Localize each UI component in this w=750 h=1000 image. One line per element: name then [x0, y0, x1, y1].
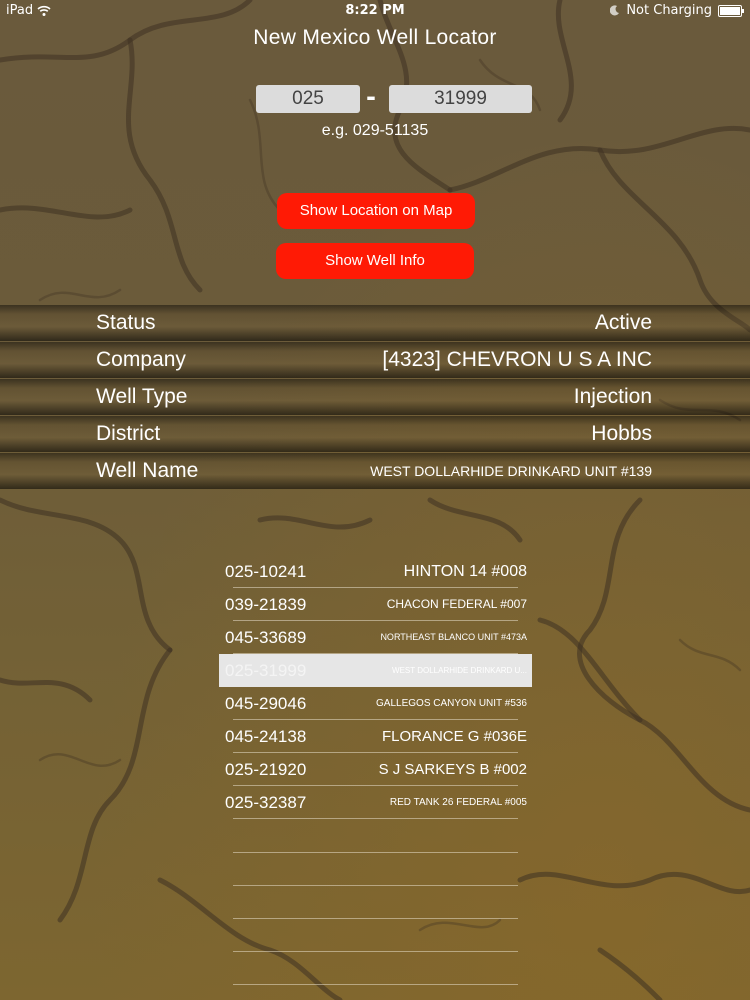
- status-right: Not Charging: [610, 3, 744, 18]
- list-item[interactable]: 045-33689 NORTHEAST BLANCO UNIT #473A: [219, 621, 532, 654]
- info-value: Hobbs: [591, 422, 652, 445]
- list-item-name: RED TANK 26 FEDERAL #005: [389, 797, 527, 808]
- list-item-name: GALLEGOS CANYON UNIT #536: [376, 698, 527, 709]
- info-row-status: Status Active: [0, 305, 750, 341]
- list-item[interactable]: 025-10241 HINTON 14 #008: [219, 555, 532, 588]
- show-well-info-button[interactable]: Show Well Info: [276, 243, 474, 279]
- info-label: Well Type: [96, 385, 188, 408]
- empty-row-separator: [233, 885, 518, 886]
- list-item-name: FLORANCE G #036E: [381, 728, 527, 745]
- info-row-district: District Hobbs: [0, 416, 750, 452]
- app-title: New Mexico Well Locator: [253, 26, 497, 49]
- list-item-name: WEST DOLLARHIDE DRINKARD U...: [392, 666, 527, 675]
- list-item-api: 045-24138: [225, 727, 307, 746]
- list-item-api: 025-31999: [225, 661, 307, 680]
- list-item[interactable]: 025-21920 S J SARKEYS B #002: [219, 753, 532, 786]
- list-item[interactable]: 045-24138 FLORANCE G #036E: [219, 720, 532, 753]
- list-item[interactable]: 025-32387 RED TANK 26 FEDERAL #005: [219, 786, 532, 819]
- list-item-name: NORTHEAST BLANCO UNIT #473A: [380, 632, 527, 642]
- api-separator: -: [366, 83, 376, 111]
- empty-row-separator: [233, 852, 518, 853]
- battery-icon: [718, 4, 744, 17]
- well-number-input[interactable]: 31999: [389, 85, 532, 113]
- show-location-on-map-button[interactable]: Show Location on Map: [277, 193, 475, 229]
- list-item-selected[interactable]: 025-31999 WEST DOLLARHIDE DRINKARD U...: [219, 654, 532, 687]
- info-row-company: Company [4323] CHEVRON U S A INC: [0, 342, 750, 378]
- info-label: District: [96, 422, 161, 445]
- info-row-well-type: Well Type Injection: [0, 379, 750, 415]
- info-label: Status: [96, 311, 156, 334]
- list-item-api: 025-10241: [225, 562, 307, 581]
- info-value: [4323] CHEVRON U S A INC: [382, 348, 652, 371]
- info-row-well-name: Well Name WEST DOLLARHIDE DRINKARD UNIT …: [0, 453, 750, 489]
- battery-fill: [720, 6, 740, 15]
- list-item-name: S J SARKEYS B #002: [378, 761, 527, 778]
- api-example-hint: e.g. 029-51135: [321, 122, 429, 139]
- list-item-api: 045-29046: [225, 694, 307, 713]
- list-item[interactable]: 039-21839 CHACON FEDERAL #007: [219, 588, 532, 621]
- list-item-api: 025-32387: [225, 793, 307, 812]
- info-value: Injection: [573, 385, 652, 408]
- info-value: Active: [594, 311, 652, 334]
- list-item-api: 025-21920: [225, 760, 307, 779]
- empty-row-separator: [233, 918, 518, 919]
- charging-status: Not Charging: [626, 3, 712, 18]
- info-label: Company: [96, 348, 186, 371]
- list-item-name: CHACON FEDERAL #007: [386, 597, 527, 611]
- status-bar: iPad 8:22 PM Not Charging: [0, 0, 750, 22]
- list-item-api: 039-21839: [225, 595, 307, 614]
- moon-icon: [610, 5, 620, 16]
- info-label: Well Name: [96, 459, 199, 482]
- list-separator: [233, 818, 518, 819]
- empty-row-separator: [233, 984, 518, 985]
- county-code-input[interactable]: 025: [256, 85, 360, 113]
- list-item-api: 045-33689: [225, 628, 307, 647]
- empty-row-separator: [233, 951, 518, 952]
- list-item[interactable]: 045-29046 GALLEGOS CANYON UNIT #536: [219, 687, 532, 720]
- info-value: WEST DOLLARHIDE DRINKARD UNIT #139: [370, 463, 652, 479]
- list-item-name: HINTON 14 #008: [403, 563, 527, 580]
